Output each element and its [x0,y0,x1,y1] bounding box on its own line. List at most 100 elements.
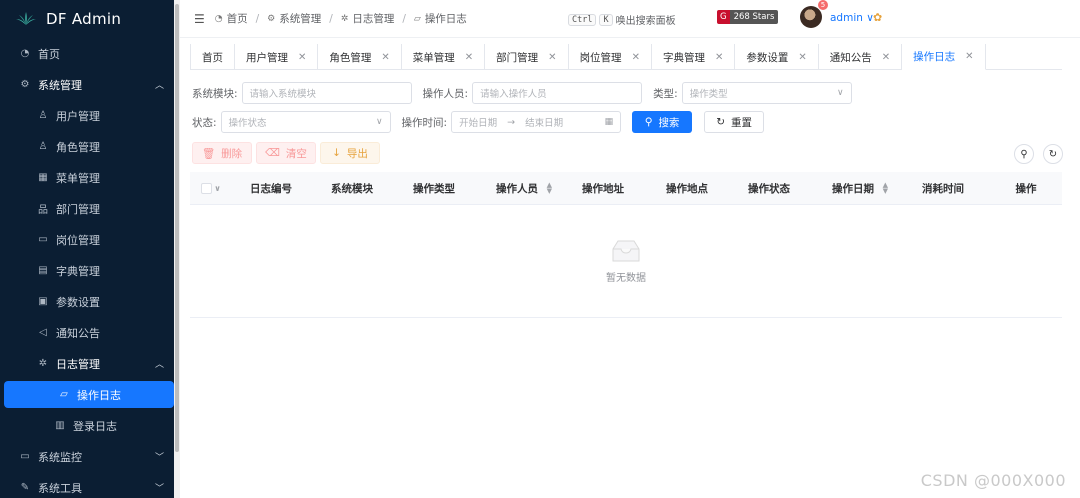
chevron-down-icon: ∨ [214,183,221,193]
clear-button[interactable]: ⌫ 清空 [256,142,316,164]
close-icon[interactable]: ✕ [465,52,473,63]
bug-icon: ✲ [38,358,48,369]
menu-fold-icon[interactable]: ☰ [194,12,205,26]
sort-icon[interactable]: ▲ ▼ [547,182,552,195]
sidebar-item-menu[interactable]: ▦ 菜单管理 [0,162,174,193]
type-placeholder: 操作类型 [689,89,728,100]
sidebar-scrollbar-thumb[interactable] [175,4,179,452]
sidebar-item-user[interactable]: ♙ 用户管理 [0,100,174,131]
tab-user[interactable]: 用户管理 ✕ [235,44,319,70]
sidebar-item-operlog[interactable]: ▱ 操作日志 [4,381,174,408]
operator-placeholder: 请输入操作人员 [480,89,547,100]
users-icon: ♙ [38,141,48,152]
operlog-icon: ▱ [413,13,421,24]
sidebar-item-log[interactable]: ✲ 日志管理 ︿ [0,348,174,379]
close-icon[interactable]: ✕ [798,52,806,63]
app-logo[interactable]: DF Admin [0,0,174,38]
toolbar: 🗑 删除 ⌫ 清空 ↓ 导出 [192,142,380,164]
loginlog-icon: ▥ [55,420,65,431]
bug-icon: ✲ [340,13,349,24]
sidebar-item-tool[interactable]: ✎ 系统工具 ﹀ [0,472,174,498]
sidebar-item-label: 系统管理 [38,78,82,92]
tab-params[interactable]: 参数设置 ✕ [735,44,819,70]
operator-label: 操作人员: [422,87,469,100]
close-icon[interactable]: ✕ [715,52,723,63]
delete-button-label: 删除 [221,147,243,160]
sidebar-item-dept[interactable]: 品 部门管理 [0,193,174,224]
dashboard-icon: ◔ [214,13,223,24]
export-button[interactable]: ↓ 导出 [320,142,380,164]
sidebar-item-monitor[interactable]: ▭ 系统监控 ﹀ [0,441,174,472]
delete-button[interactable]: 🗑 删除 [192,142,252,164]
search-icon: ⚲ [644,116,653,128]
breadcrumb-item[interactable]: 系统管理 [279,11,321,26]
column-header: 消耗时间 [922,182,964,195]
column-header-sortable[interactable]: 操作日期 ▲ ▼ [810,172,896,204]
sidebar-item-params[interactable]: ▣ 参数设置 [0,286,174,317]
breadcrumb: ◔ 首页 / ⚙ 系统管理 / ✲ 日志管理 / ▱ 操作日志 [215,11,467,26]
column-header: 日志编号 [250,182,292,195]
select-all-checkbox[interactable] [201,182,213,194]
column-header: 操作类型 [413,182,455,195]
close-icon[interactable]: ✕ [381,52,389,63]
user-name: admin [830,12,863,24]
tab-label: 字典管理 [662,51,705,64]
tab-menu[interactable]: 菜单管理 ✕ [402,44,486,70]
sidebar: DF Admin ◔ 首页 ⚙ 系统管理 ︿ ♙ 用户管理 ♙ 角色管理 ▦ 菜… [0,0,174,498]
tab-role[interactable]: 角色管理 ✕ [318,44,402,70]
user-menu[interactable]: admin ∨ [830,12,874,24]
time-label: 操作时间: [401,116,448,129]
sidebar-item-label: 登录日志 [73,419,117,433]
tab-notice[interactable]: 通知公告 ✕ [819,44,903,70]
toggle-search-button[interactable]: ⚲ [1014,144,1034,164]
refresh-button[interactable]: ↻ [1043,144,1063,164]
status-select[interactable]: 操作状态 ∨ [220,111,391,133]
breadcrumb-item[interactable]: 首页 [227,11,248,26]
avatar[interactable] [800,6,822,28]
chevron-down-icon: ﹀ [154,453,164,463]
theme-settings-icon[interactable]: ✿ [873,11,882,24]
close-icon[interactable]: ✕ [632,52,640,63]
sidebar-item-label: 通知公告 [56,326,100,340]
tab-post[interactable]: 岗位管理 ✕ [569,44,652,70]
tab-operlog[interactable]: 操作日志 ✕ [902,44,986,70]
sidebar-item-dict[interactable]: ▤ 字典管理 [0,255,174,286]
sidebar-item-role[interactable]: ♙ 角色管理 [0,131,174,162]
github-stars-badge[interactable]: G 268 Stars [717,10,779,24]
chevron-down-icon: ﹀ [154,484,164,494]
breadcrumb-item[interactable]: 日志管理 [352,11,394,26]
sidebar-item-post[interactable]: ▭ 岗位管理 [0,224,174,255]
close-icon[interactable]: ✕ [548,52,556,63]
export-button-label: 导出 [346,147,368,160]
tab-label: 角色管理 [329,51,372,64]
sidebar-item-label: 用户管理 [56,109,100,123]
chevron-down-icon: ∨ [375,117,383,127]
tab-home[interactable]: 首页 [190,44,235,70]
reset-button[interactable]: ↻ 重置 [704,111,765,133]
sidebar-item-home[interactable]: ◔ 首页 [0,38,174,69]
sidebar-item-system[interactable]: ⚙ 系统管理 ︿ [0,69,174,100]
date-range-picker[interactable]: 开始日期 → 结束日期 ▦ [451,111,622,133]
select-all-cell[interactable]: ∨ [190,172,232,204]
sort-icon[interactable]: ▲ ▼ [883,182,888,195]
calendar-icon: ▦ [604,117,614,127]
column-header: 操作 [1015,182,1037,195]
sidebar-item-loginlog[interactable]: ▥ 登录日志 [0,410,174,441]
close-icon[interactable]: ✕ [965,51,973,62]
operlog-icon: ▱ [60,389,68,400]
tab-label: 通知公告 [829,51,872,64]
sidebar-item-notice[interactable]: ◁ 通知公告 [0,317,174,348]
tab-label: 用户管理 [246,51,288,64]
column-header-sortable[interactable]: 操作人员 ▲ ▼ [474,172,560,204]
operator-input[interactable]: 请输入操作人员 [472,82,643,104]
tab-dept[interactable]: 部门管理 ✕ [485,44,569,70]
download-icon: ↓ [332,147,341,159]
close-icon[interactable]: ✕ [298,52,306,63]
search-button[interactable]: ⚲ 搜索 [632,111,693,133]
type-select[interactable]: 操作类型 ∨ [681,82,852,104]
gear-icon: ⚙ [267,13,276,24]
module-input[interactable]: 请输入系统模块 [241,82,412,104]
search-panel-trigger[interactable]: Ctrl K 唤出搜索面板 [568,12,676,27]
tab-dict[interactable]: 字典管理 ✕ [652,44,736,70]
close-icon[interactable]: ✕ [882,52,890,63]
